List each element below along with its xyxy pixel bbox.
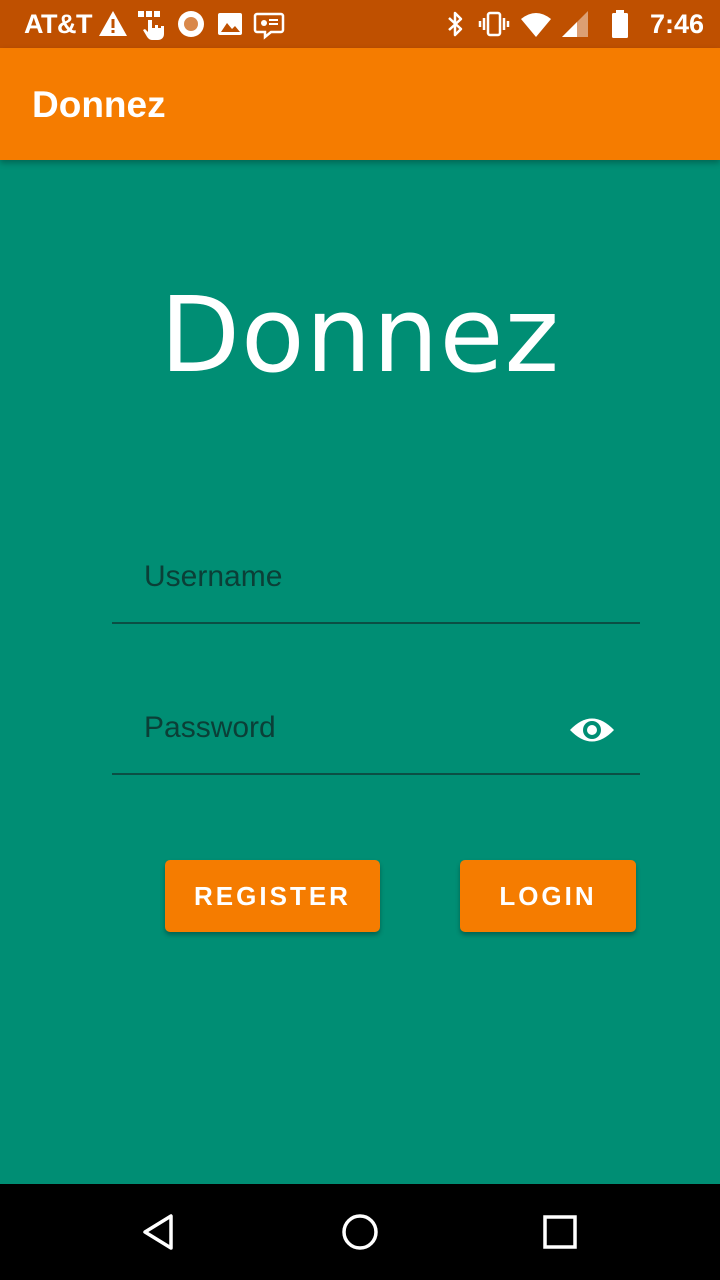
wifi-icon: [520, 8, 552, 40]
carrier-label: AT&T: [24, 9, 92, 39]
password-field[interactable]: [112, 685, 640, 775]
username-input[interactable]: [144, 534, 564, 620]
status-time: 7:46: [649, 9, 704, 39]
vibrate-icon: [478, 8, 510, 40]
password-input[interactable]: [144, 685, 564, 771]
touch-icon: [136, 8, 168, 40]
eye-icon[interactable]: [568, 713, 616, 747]
signal-icon: [559, 8, 591, 40]
login-screen: Donnez REGISTER LOGIN: [0, 160, 720, 1184]
message-icon: [253, 8, 285, 40]
register-button[interactable]: REGISTER: [165, 860, 380, 932]
login-button[interactable]: LOGIN: [460, 860, 636, 932]
bluetooth-icon: [439, 8, 471, 40]
username-field[interactable]: [112, 534, 640, 624]
headline: Donnez: [159, 274, 561, 396]
record-icon: [175, 8, 207, 40]
nav-bar: [0, 1184, 720, 1280]
status-bar: AT&T 7:46: [0, 0, 720, 48]
home-icon[interactable]: [336, 1208, 384, 1256]
battery-icon: [604, 8, 636, 40]
app-title: Donnez: [32, 84, 166, 125]
image-icon: [214, 8, 246, 40]
warning-icon: [97, 8, 129, 40]
app-bar: Donnez: [0, 48, 720, 160]
back-icon[interactable]: [136, 1208, 184, 1256]
recents-icon[interactable]: [536, 1208, 584, 1256]
